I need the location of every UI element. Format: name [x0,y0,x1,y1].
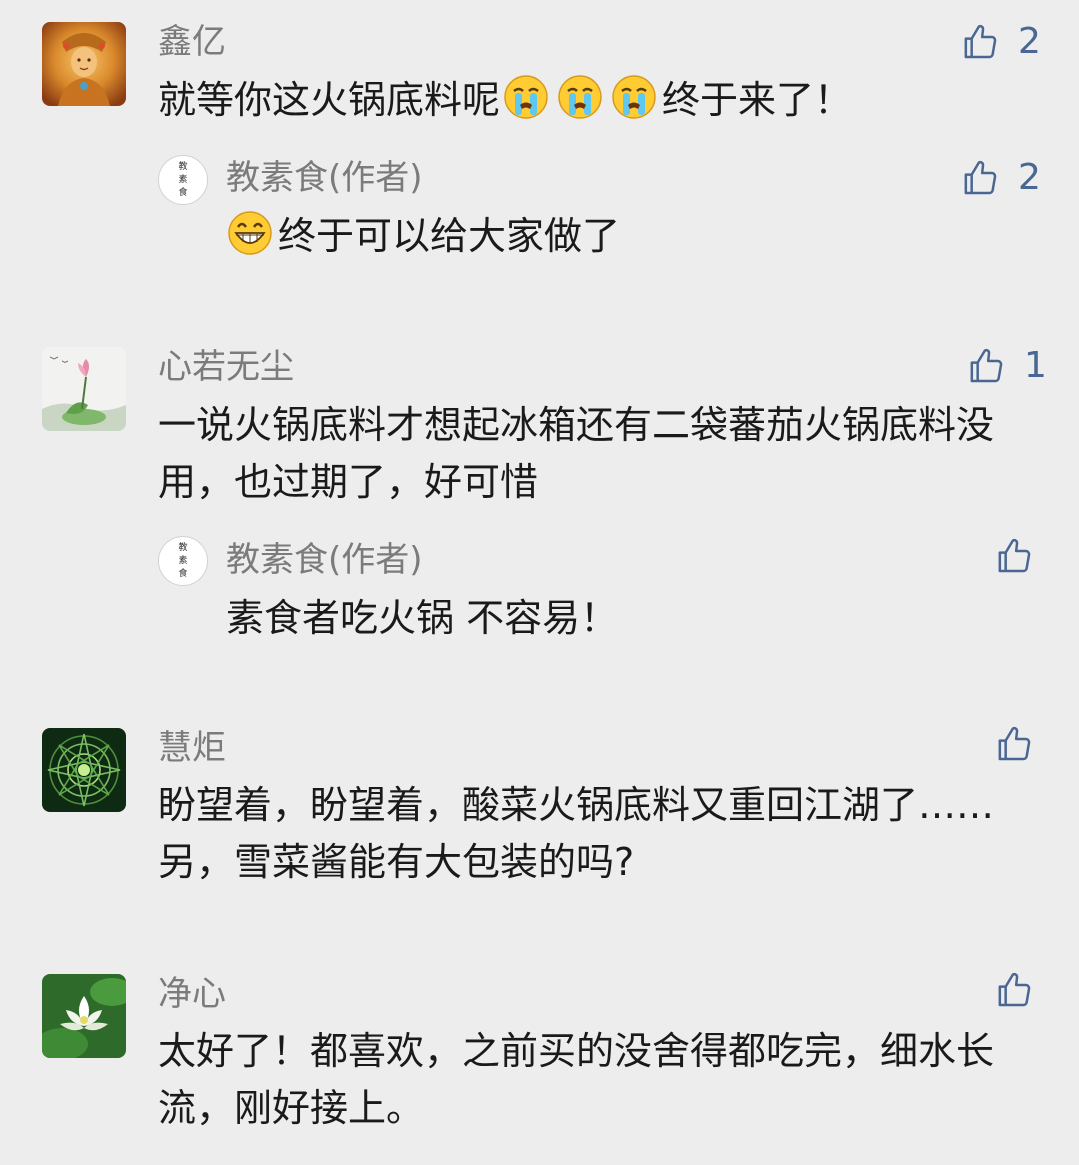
thumbs-up-icon [998,972,1031,1007]
avatar-char: 食 [178,186,187,198]
avatar[interactable] [42,347,126,431]
avatar[interactable] [42,22,126,106]
like-button[interactable]: 1 [966,346,1047,386]
thumbs-up-icon [998,538,1031,573]
author-avatar[interactable]: 教 素 食 [158,155,208,205]
like-count: 1 [1024,345,1047,386]
reply-text: 素食者吃火锅 不容易！ [226,596,619,640]
avatar-char: 素 [178,173,187,185]
commenter-name[interactable]: 心若无尘 [158,347,294,387]
like-count: 2 [1018,21,1041,62]
reply-author-name[interactable]: 教素食(作者) [226,158,423,198]
avatar[interactable] [42,974,126,1058]
avatar[interactable] [42,728,126,812]
like-button[interactable]: 2 [960,158,1041,198]
commenter-name[interactable]: 净心 [158,974,226,1014]
thumbs-up-icon [970,348,1003,383]
reply-text: 终于可以给大家做了 [226,208,1046,265]
reply-text-content: 终于可以给大家做了 [278,214,621,258]
comment-text: 太好了！都喜欢，之前买的没舍得都吃完，细水长流，刚好接上。 [158,1029,995,1130]
like-button[interactable]: 2 [960,22,1041,62]
avatar-char: 教 [178,160,187,172]
like-button[interactable] [994,536,1034,576]
crying-face-emoji [610,73,658,121]
thumbs-up-icon [964,160,997,195]
like-button[interactable] [994,724,1034,764]
commenter-name[interactable]: 慧炬 [158,728,226,768]
grinning-face-emoji [226,209,274,257]
comment-text-after: 终于来了！ [662,78,853,122]
avatar-char: 教 [178,541,187,553]
thumbs-up-icon [998,726,1031,761]
like-count: 2 [1018,157,1041,198]
author-avatar[interactable]: 教 素 食 [158,536,208,586]
comment-text: 一说火锅底料才想起冰箱还有二袋蕃茄火锅底料没用，也过期了，好可惜 [158,403,995,504]
commenter-name[interactable]: 鑫亿 [158,22,226,62]
crying-face-emoji [556,73,604,121]
comment-text: 就等你这火锅底料呢 终于来了！ [158,72,1048,129]
reply-author-name[interactable]: 教素食(作者) [226,540,423,580]
comment-text: 盼望着，盼望着，酸菜火锅底料又重回江湖了……另，雪菜酱能有大包装的吗? [158,783,995,884]
thumbs-up-icon [964,24,997,59]
comment-text-before: 就等你这火锅底料呢 [158,78,501,122]
avatar-char: 食 [178,567,187,579]
avatar-char: 素 [178,554,187,566]
crying-face-emoji [502,73,550,121]
like-button[interactable] [994,970,1034,1010]
